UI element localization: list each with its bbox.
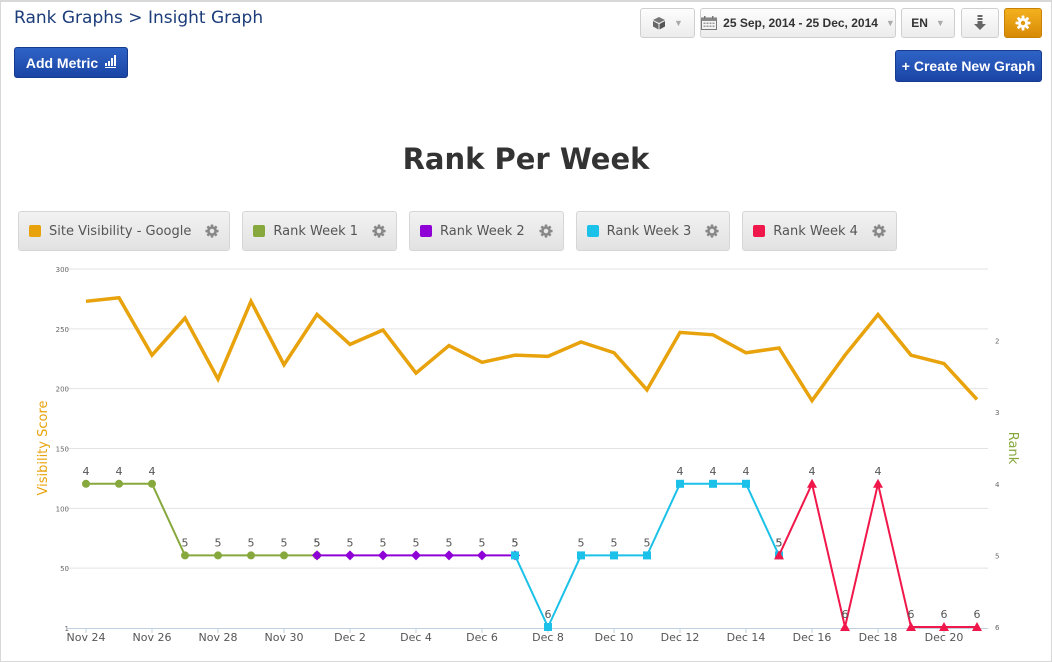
legend-item[interactable]: Rank Week 4	[742, 211, 897, 251]
language-dropdown[interactable]: EN ▼	[901, 8, 955, 38]
download-button[interactable]	[961, 8, 999, 38]
gear-icon[interactable]	[872, 224, 886, 238]
legend-item[interactable]: Rank Week 2	[409, 211, 564, 251]
project-dropdown[interactable]: ▼	[640, 8, 695, 38]
legend-item[interactable]: Site Visibility - Google	[18, 211, 231, 251]
gear-icon[interactable]	[372, 224, 386, 238]
chevron-down-icon: ▼	[885, 18, 895, 28]
cube-icon	[653, 17, 666, 30]
page-frame	[0, 0, 1052, 662]
download-icon	[974, 15, 986, 30]
settings-button[interactable]	[1004, 8, 1042, 38]
chevron-down-icon: ▼	[935, 18, 945, 28]
add-metric-label: Add Metric	[25, 54, 99, 71]
bar-chart-icon	[105, 55, 117, 68]
gear-icon[interactable]	[705, 224, 719, 238]
chart-legend: Site Visibility - Google Rank Week 1 Rank …	[18, 211, 897, 251]
date-range-value: 25 Sep, 2014 - 25 Dec, 2014	[723, 16, 878, 30]
legend-label: Site Visibility - Google	[49, 223, 192, 239]
legend-label: Rank Week 1	[273, 223, 359, 239]
breadcrumb-separator: >	[128, 8, 143, 28]
legend-item[interactable]: Rank Week 1	[242, 211, 398, 251]
breadcrumb-insight-graph: Insight Graph	[147, 8, 264, 28]
breadcrumb: Rank Graphs > Insight Graph	[14, 8, 263, 28]
legend-swatch	[420, 225, 433, 237]
add-metric-button[interactable]: Add Metric	[14, 47, 128, 78]
calendar-icon	[701, 16, 718, 30]
legend-label: Rank Week 4	[773, 223, 858, 239]
gear-icon[interactable]	[205, 224, 219, 238]
gear-icon	[1015, 15, 1031, 31]
gear-icon[interactable]	[539, 224, 553, 238]
create-new-graph-label: + Create New Graph	[901, 58, 1036, 74]
legend-item[interactable]: Rank Week 3	[575, 211, 731, 251]
legend-swatch	[586, 225, 599, 237]
legend-label: Rank Week 3	[606, 223, 692, 239]
legend-swatch	[253, 225, 266, 237]
legend-swatch	[753, 225, 766, 237]
breadcrumb-rank-graphs[interactable]: Rank Graphs	[14, 8, 123, 28]
create-new-graph-button[interactable]: + Create New Graph	[895, 50, 1042, 82]
chevron-down-icon: ▼	[674, 18, 683, 28]
chart-title: Rank Per Week	[402, 142, 650, 176]
date-range-picker[interactable]: 25 Sep, 2014 - 25 Dec, 2014 ▼	[700, 8, 896, 38]
legend-swatch	[29, 225, 41, 237]
language-value: EN	[911, 16, 928, 30]
legend-label: Rank Week 2	[440, 223, 525, 239]
